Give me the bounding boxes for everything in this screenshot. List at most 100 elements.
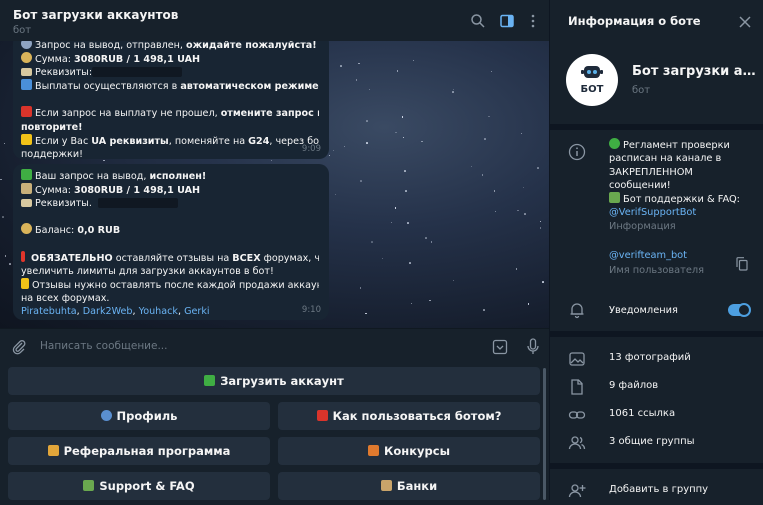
star-dot — [452, 88, 455, 91]
microphone-icon[interactable] — [525, 338, 541, 356]
star-dot — [537, 167, 539, 169]
credit-card-icon — [21, 68, 32, 77]
bot-description: Регламент проверки расписан на канале в … — [609, 138, 759, 233]
books-icon — [83, 480, 95, 491]
star-dot — [539, 220, 542, 223]
chat-status: бот — [13, 25, 32, 36]
link-icon — [568, 411, 586, 419]
contests-button[interactable]: Конкурсы — [278, 437, 540, 465]
search-icon[interactable] — [470, 13, 486, 29]
support-bot-link[interactable]: @VerifSupportBot — [609, 206, 759, 219]
star-dot — [542, 281, 544, 283]
photos-count: 13 фотографий — [609, 352, 691, 363]
star-dot — [452, 279, 455, 282]
description-line: Регламент проверки — [623, 140, 730, 151]
message-text: Баланс: — [35, 225, 78, 237]
chat-area: Запрос на вывод, отправлен, ожидайте пож… — [0, 0, 549, 500]
info-label: Информация — [609, 220, 676, 232]
attach-paperclip-icon[interactable] — [11, 339, 27, 355]
button-label: Загрузить аккаунт — [220, 374, 344, 388]
star-dot — [470, 165, 473, 168]
button-label: Support & FAQ — [99, 479, 195, 493]
star-dot — [421, 140, 423, 143]
message-bubble[interactable]: Запрос на вывод, отправлен, ожидайте пож… — [13, 33, 329, 160]
message-text-bold: ОБЯЗАТЕЛЬНО — [31, 252, 113, 264]
description-line: сообщении! — [609, 179, 671, 191]
username-label: Имя пользователя — [609, 265, 705, 276]
shared-links-row[interactable]: 1061 ссылка — [550, 401, 763, 429]
bot-username[interactable]: @verifteam_bot — [609, 249, 687, 262]
shared-files-row[interactable]: 9 файлов — [550, 373, 763, 401]
message-text: Если у Вас — [35, 135, 92, 147]
message-text: поддержки! — [21, 148, 83, 160]
star-dot — [340, 65, 342, 67]
star-dot — [429, 299, 431, 302]
avatar[interactable]: БОТ — [566, 54, 618, 106]
button-label: Реферальная программа — [63, 444, 231, 458]
sidebar-toggle-icon[interactable] — [499, 13, 515, 29]
close-icon[interactable] — [739, 16, 751, 28]
bot-keyboard-icon[interactable] — [492, 339, 508, 355]
message-text-bold: G24 — [248, 135, 270, 147]
common-groups-row[interactable]: 3 общие группы — [550, 429, 763, 457]
avatar-text: БОТ — [580, 84, 604, 95]
file-icon — [571, 379, 583, 395]
star-dot — [366, 142, 368, 144]
forum-link[interactable]: Gerki — [184, 306, 210, 317]
message-input[interactable]: Написать сообщение... — [40, 340, 167, 352]
more-vertical-icon[interactable] — [525, 13, 541, 29]
button-label: Как пользоваться ботом? — [332, 409, 502, 423]
star-dot — [425, 237, 427, 239]
star-dot — [390, 221, 393, 224]
forum-link[interactable]: Youhack — [139, 306, 178, 317]
lightning-icon — [21, 277, 29, 289]
how-to-use-button[interactable]: Как пользоваться ботом? — [278, 402, 540, 430]
copy-icon[interactable] — [736, 257, 748, 271]
red-book-icon — [316, 410, 328, 421]
message-text: Ваш запрос на вывод, — [35, 171, 150, 182]
referral-program-button[interactable]: Реферальная программа — [8, 437, 270, 465]
groups-count: 3 общие группы — [609, 436, 695, 447]
links-count: 1061 ссылка — [609, 408, 676, 419]
star-dot — [9, 263, 11, 265]
message-text-bold: повторите! — [21, 121, 83, 133]
description-line: расписан на канале в — [609, 153, 722, 165]
star-dot — [358, 62, 360, 65]
message-text-bold: исполнен! — [149, 171, 207, 182]
chat-title[interactable]: Бот загрузки аккаунтов — [13, 8, 178, 22]
message-bubble[interactable]: Ваш запрос на вывод, исполнен! Сумма: 30… — [13, 164, 329, 320]
message-text: увеличить лимиты для загрузки аккаунтов … — [21, 265, 274, 277]
divider — [550, 463, 763, 469]
redacted-block — [92, 67, 183, 78]
star-dot — [410, 302, 413, 305]
star-dot — [539, 227, 542, 229]
divider — [550, 331, 763, 337]
notifications-toggle[interactable] — [728, 303, 751, 317]
forum-link[interactable]: Piratebuhta — [21, 306, 77, 317]
message-text: Сумма: — [35, 185, 75, 197]
chat-header: Бот загрузки аккаунтов бот — [0, 0, 549, 41]
message-text-bold: 0,0 RUB — [77, 225, 121, 237]
message-text: , поменяйте на — [168, 135, 249, 147]
megaphone-icon — [47, 445, 59, 456]
shared-photos-row[interactable]: 13 фотографий — [550, 345, 763, 373]
upload-account-button[interactable]: Загрузить аккаунт — [8, 367, 540, 395]
star-dot — [524, 213, 526, 215]
star-dot — [402, 136, 405, 139]
star-dot — [401, 116, 404, 118]
keyboard-scrollbar[interactable] — [543, 368, 546, 500]
star-dot — [412, 59, 415, 62]
divider — [550, 124, 763, 130]
forum-link[interactable]: Dark2Web — [83, 306, 133, 317]
support-faq-button[interactable]: Support & FAQ — [8, 472, 270, 500]
star-dot — [493, 190, 496, 192]
message-time: 9:09 — [301, 143, 321, 154]
banks-button[interactable]: Банки — [278, 472, 540, 500]
profile-button[interactable]: Профиль — [8, 402, 270, 430]
add-to-group-row[interactable]: Добавить в группу — [550, 477, 763, 505]
bot-info-panel: Информация о боте БОТ Бот загрузки аккау… — [549, 0, 763, 500]
star-dot — [494, 210, 497, 213]
photo-icon — [569, 352, 585, 366]
message-text: Реквизиты. — [35, 198, 92, 210]
exclamation-icon — [21, 250, 25, 262]
